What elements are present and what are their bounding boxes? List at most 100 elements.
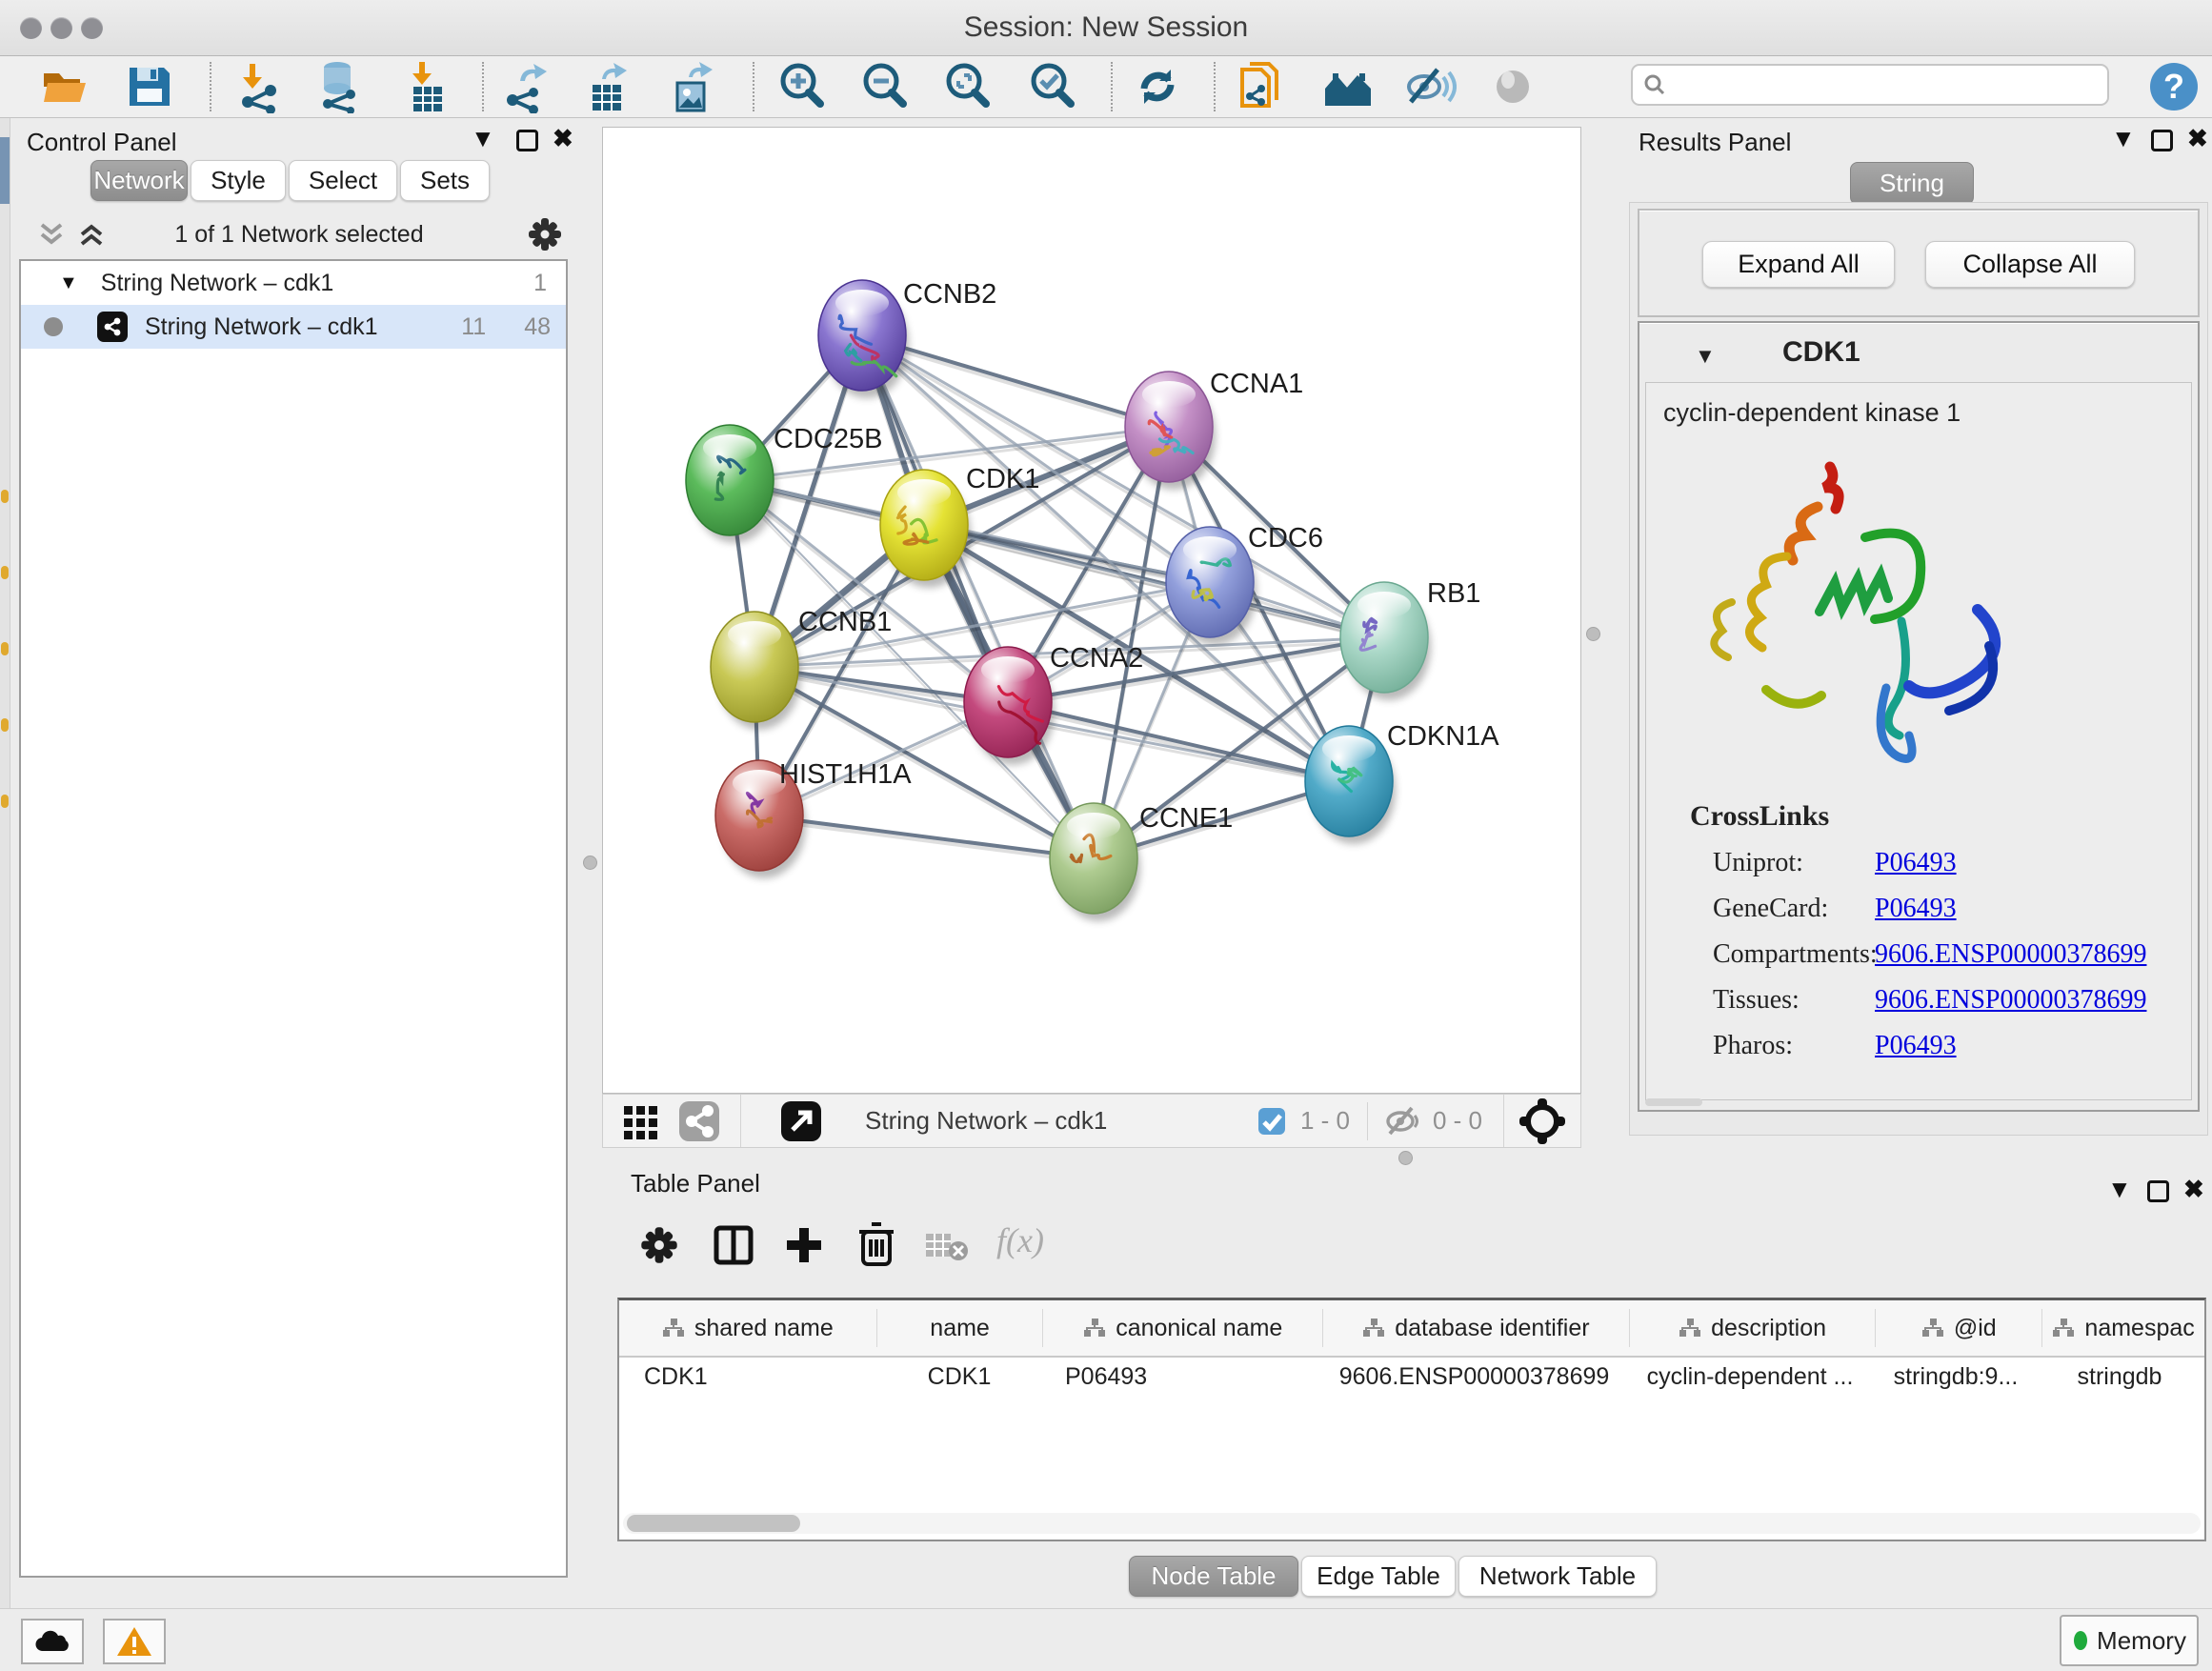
network-graph[interactable]: CCNB2CCNA1CDC25BCDK1CDC6RB1CCNB1CCNA2CDK… (602, 127, 1581, 1094)
column-header[interactable]: canonical name (1043, 1309, 1323, 1347)
results-panel-float-icon[interactable] (2151, 130, 2173, 151)
results-hscrollbar[interactable] (1645, 1098, 1702, 1106)
zoom-out-icon[interactable] (858, 60, 912, 113)
refresh-icon[interactable] (1131, 60, 1184, 113)
memory-status-icon (2072, 1629, 2089, 1652)
column-header[interactable]: shared name (619, 1309, 877, 1347)
crosslinks-heading: CrossLinks (1690, 800, 1829, 833)
open-session-icon[interactable] (38, 60, 91, 113)
results-panel-close-icon[interactable]: ✖ (2187, 126, 2208, 151)
left-splitter-handle[interactable] (583, 856, 597, 870)
zoom-in-icon[interactable] (775, 60, 829, 113)
column-header[interactable]: namespac (2042, 1309, 2204, 1347)
table-options-gear-icon[interactable] (638, 1224, 680, 1266)
search-icon (1642, 72, 1667, 97)
table-panel-close-icon[interactable]: ✖ (2183, 1177, 2204, 1201)
tab-node-table[interactable]: Node Table (1129, 1556, 1298, 1597)
zoom-selected-icon[interactable] (1026, 60, 1079, 113)
collapse-all-button[interactable]: Collapse All (1925, 241, 2135, 288)
genecard-link[interactable]: P06493 (1875, 894, 1957, 924)
svg-text:HIST1H1A: HIST1H1A (779, 759, 912, 790)
expand-all-button[interactable]: Expand All (1702, 241, 1895, 288)
column-header[interactable]: description (1630, 1309, 1877, 1347)
tissues-link[interactable]: 9606.ENSP00000378699 (1875, 985, 2146, 1016)
delete-column-icon[interactable] (854, 1220, 899, 1268)
window-title: Session: New Session (0, 11, 2212, 44)
tab-network-table[interactable]: Network Table (1458, 1556, 1657, 1597)
collection-expander-icon[interactable]: ▼ (59, 272, 78, 294)
uniprot-link[interactable]: P06493 (1875, 848, 1957, 878)
search-input[interactable] (1667, 70, 2081, 99)
table-panel: Table Panel ▼ ✖ f(x) (617, 1167, 2212, 1548)
bottom-splitter-handle[interactable] (1398, 1151, 1413, 1165)
svg-text:RB1: RB1 (1427, 578, 1480, 609)
create-column-icon[interactable] (781, 1222, 827, 1268)
import-network-database-icon[interactable] (312, 60, 366, 113)
network-options-gear-icon[interactable] (526, 215, 564, 253)
edge-count: 48 (524, 313, 551, 341)
tab-edge-table[interactable]: Edge Table (1301, 1556, 1456, 1597)
crosslink-label: Pharos: (1713, 1031, 1793, 1061)
column-header[interactable]: database identifier (1323, 1309, 1630, 1347)
column-header[interactable]: @id (1876, 1309, 2042, 1347)
selected-checkbox-icon[interactable] (1257, 1106, 1287, 1137)
results-panel-body: Expand All Collapse All ▼ CDK1 cyclin-de… (1629, 202, 2208, 1136)
compartments-link[interactable]: 9606.ENSP00000378699 (1875, 939, 2146, 970)
results-panel-title: Results Panel (1639, 128, 1791, 157)
import-network-file-icon[interactable] (232, 60, 286, 113)
gene-expander-icon[interactable]: ▼ (1695, 344, 1716, 369)
cloud-button[interactable] (21, 1619, 84, 1664)
hierarchy-icon (1083, 1318, 1106, 1339)
detach-view-icon[interactable] (779, 1099, 823, 1143)
export-network-icon[interactable] (499, 60, 553, 113)
network-type-icon (97, 312, 128, 342)
show-columns-icon[interactable] (711, 1222, 756, 1268)
expand-all-icon[interactable] (74, 219, 109, 250)
export-table-icon[interactable] (581, 60, 634, 113)
network-row-selected[interactable]: String Network – cdk1 11 48 (21, 305, 566, 349)
grid-view-icon[interactable] (620, 1100, 662, 1142)
tab-style[interactable]: Style (191, 160, 286, 201)
table-hscrollbar[interactable] (623, 1513, 2201, 1534)
control-panel-menu-icon[interactable]: ▼ (471, 126, 495, 151)
help-button[interactable]: ? (2147, 60, 2201, 113)
right-splitter-handle[interactable] (1586, 627, 1600, 641)
tab-sets[interactable]: Sets (400, 160, 490, 201)
control-panel-float-icon[interactable] (516, 130, 538, 151)
birds-eye-toggle-icon[interactable] (1518, 1097, 1567, 1146)
save-session-icon[interactable] (122, 60, 175, 113)
clone-network-document-icon[interactable] (1235, 60, 1288, 113)
control-panel-close-icon[interactable]: ✖ (553, 126, 573, 151)
tab-string[interactable]: String (1850, 162, 1974, 205)
toolbar-separator (1111, 62, 1113, 111)
cloud-icon (33, 1628, 71, 1655)
warning-icon (115, 1625, 153, 1658)
table-panel-float-icon[interactable] (2147, 1180, 2169, 1202)
export-image-icon[interactable] (666, 60, 719, 113)
import-table-icon[interactable] (400, 60, 453, 113)
table-hscrollbar-thumb[interactable] (627, 1515, 800, 1532)
crosslink-label: Compartments: (1713, 939, 1878, 970)
zoom-fit-icon[interactable] (941, 60, 995, 113)
string-home-icon[interactable] (1321, 60, 1375, 113)
svg-text:CCNA2: CCNA2 (1050, 643, 1143, 674)
table-row[interactable]: CDK1 CDK1 P06493 9606.ENSP00000378699 cy… (619, 1358, 2204, 1396)
svg-text:CDKN1A: CDKN1A (1387, 721, 1499, 752)
gene-name: CDK1 (1782, 336, 1860, 369)
hide-unassociated-icon[interactable] (1403, 60, 1457, 113)
current-network-indicator (44, 317, 63, 336)
memory-button[interactable]: Memory (2060, 1615, 2199, 1666)
results-panel-menu-icon[interactable]: ▼ (2111, 126, 2136, 151)
table-tabs: Node Table Edge Table Network Table (1129, 1556, 1657, 1597)
network-collection-row[interactable]: ▼ String Network – cdk1 1 (21, 261, 566, 305)
table-panel-menu-icon[interactable]: ▼ (2107, 1177, 2132, 1201)
column-header[interactable]: name (877, 1309, 1044, 1347)
tab-network[interactable]: Network (90, 160, 188, 201)
pharos-link[interactable]: P06493 (1875, 1031, 1957, 1061)
warnings-button[interactable] (103, 1619, 166, 1664)
collapse-all-icon[interactable] (34, 219, 69, 250)
network-overview-icon[interactable] (677, 1099, 721, 1143)
collection-count: 1 (533, 270, 547, 297)
tab-select[interactable]: Select (289, 160, 397, 201)
enhance-view-icon[interactable] (1486, 60, 1539, 113)
